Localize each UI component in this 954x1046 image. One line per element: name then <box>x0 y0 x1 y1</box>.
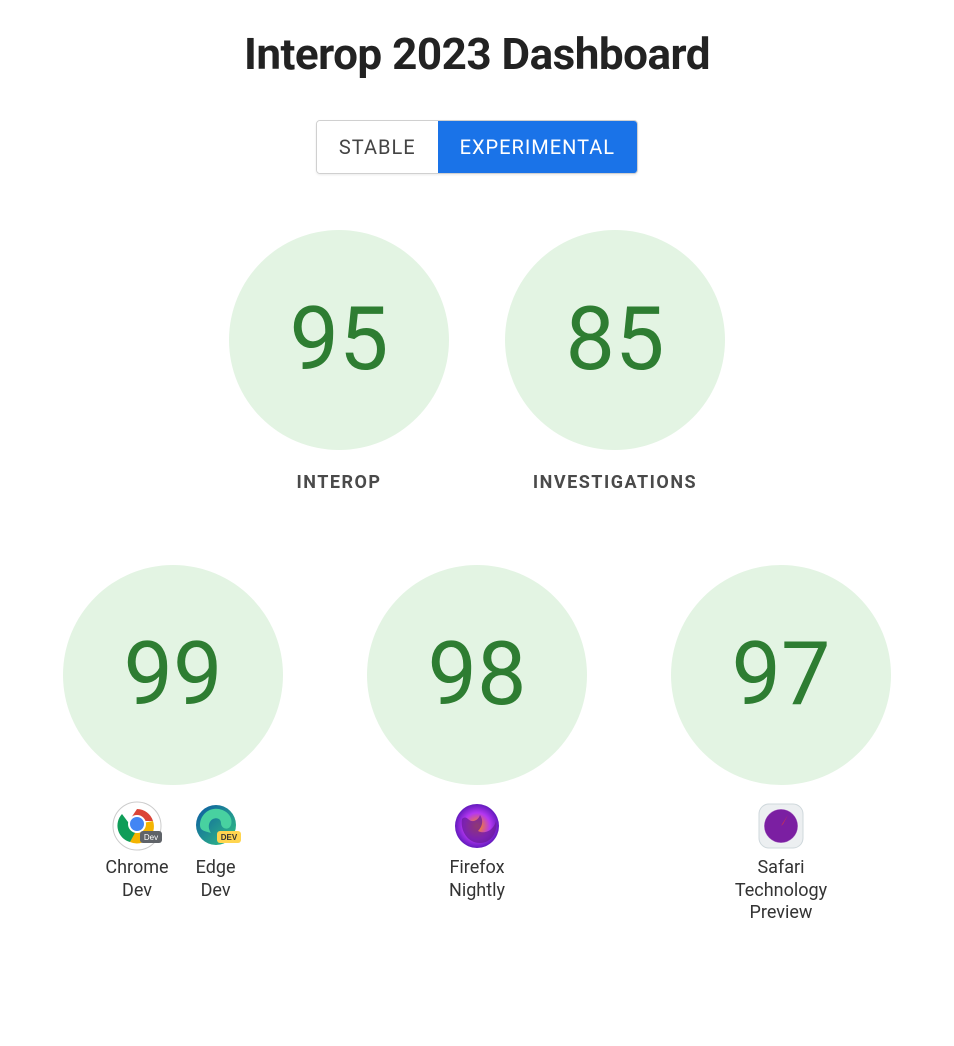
score-circle: 99 <box>63 565 283 785</box>
summary-row: 95 INTEROP 85 INVESTIGATIONS <box>229 230 725 493</box>
toggle-stable[interactable]: STABLE <box>317 121 438 173</box>
browser-label: Edge Dev <box>196 857 236 902</box>
browser-group-firefox: 98 <box>367 565 587 925</box>
browser-label: Chrome Dev <box>105 857 168 902</box>
score-value: 98 <box>428 631 527 719</box>
browser-group-chrome-edge: 99 Dev <box>63 565 283 925</box>
browser-firefox-nightly: Firefox Nightly <box>449 801 505 902</box>
browser-safari-tp: Safari Technology Preview <box>735 801 827 925</box>
safari-tp-icon <box>756 801 806 851</box>
page-title: Interop 2023 Dashboard <box>244 28 710 80</box>
browser-row: 99 Dev <box>63 565 891 925</box>
browser-group-safari: 97 Safari Technology Preview <box>671 565 891 925</box>
svg-text:DEV: DEV <box>220 833 237 842</box>
score-value: 85 <box>566 296 665 384</box>
firefox-nightly-icon <box>452 801 502 851</box>
channel-toggle: STABLE EXPERIMENTAL <box>316 120 638 174</box>
score-circle: 85 <box>505 230 725 450</box>
score-circle: 97 <box>671 565 891 785</box>
browser-edge-dev: DEV Edge Dev <box>191 801 241 902</box>
browser-label: Safari Technology Preview <box>735 857 827 925</box>
score-label: INVESTIGATIONS <box>533 472 697 493</box>
edge-dev-icon: DEV <box>191 801 241 851</box>
score-circle: 95 <box>229 230 449 450</box>
browser-label: Firefox Nightly <box>449 857 505 902</box>
score-label: INTEROP <box>296 472 381 493</box>
score-value: 99 <box>124 631 223 719</box>
browser-chrome-dev: Dev Chrome Dev <box>105 801 168 902</box>
score-value: 95 <box>290 296 389 384</box>
svg-text:Dev: Dev <box>144 833 158 842</box>
summary-investigations: 85 INVESTIGATIONS <box>505 230 725 493</box>
score-value: 97 <box>732 631 831 719</box>
chrome-dev-icon: Dev <box>112 801 162 851</box>
summary-interop: 95 INTEROP <box>229 230 449 493</box>
score-circle: 98 <box>367 565 587 785</box>
toggle-experimental[interactable]: EXPERIMENTAL <box>438 121 637 173</box>
